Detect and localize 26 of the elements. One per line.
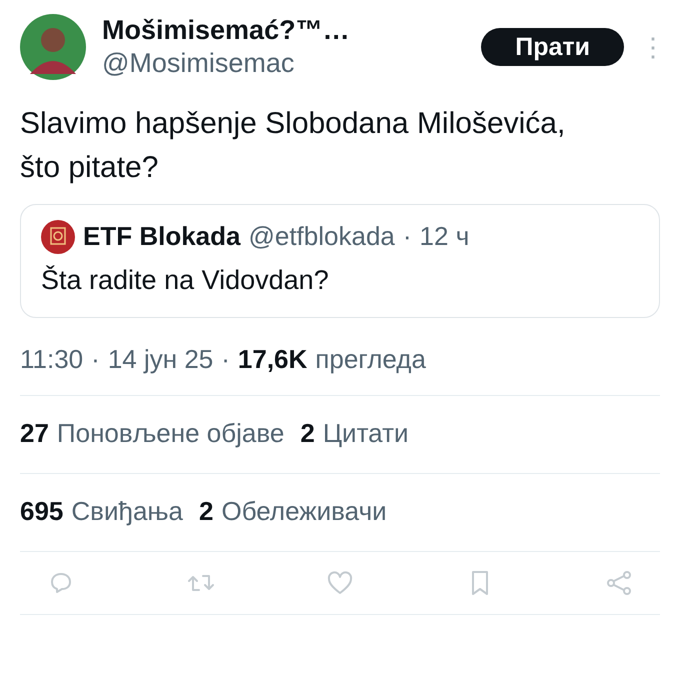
quoted-name: ETF Blokada: [83, 220, 240, 253]
avatar[interactable]: [20, 14, 86, 80]
quoted-time: 12 ч: [420, 220, 470, 253]
stat-count[interactable]: 2: [300, 414, 315, 452]
logo-icon: [41, 220, 75, 254]
separator: ·: [402, 220, 412, 253]
quoted-tweet[interactable]: ETF Blokada @etfblokada · 12 ч Šta radite na Vidovdan?: [20, 204, 660, 318]
stat-count[interactable]: 2: [199, 492, 214, 530]
post-date: 14 јун 25: [108, 342, 214, 376]
stat-label[interactable]: Обележивачи: [221, 492, 387, 530]
quoted-handle: @etfblokada: [248, 220, 395, 253]
stat-label[interactable]: Поновљене објаве: [56, 414, 284, 452]
quoted-text: Šta radite na Vidovdan?: [41, 264, 330, 297]
tweet-text: Slavimo hapšenje Slobodana Miloševića, što pitate?: [20, 106, 566, 186]
separator: ·: [221, 342, 230, 376]
follow-button[interactable]: Прати: [481, 28, 624, 66]
view-count: 17,6K: [238, 342, 308, 376]
stat-label[interactable]: Цитати: [322, 414, 409, 452]
user-handle[interactable]: @Mosimisemac: [102, 46, 466, 80]
separator: ·: [91, 342, 100, 376]
display-name[interactable]: Mošimisemać?™…: [102, 14, 466, 46]
views-label: прегледа: [315, 342, 426, 376]
stat-count[interactable]: 27: [20, 414, 49, 452]
stat-count[interactable]: 695: [20, 492, 64, 530]
post-time: 11:30: [20, 342, 84, 376]
stat-label[interactable]: Свиђања: [71, 492, 184, 530]
